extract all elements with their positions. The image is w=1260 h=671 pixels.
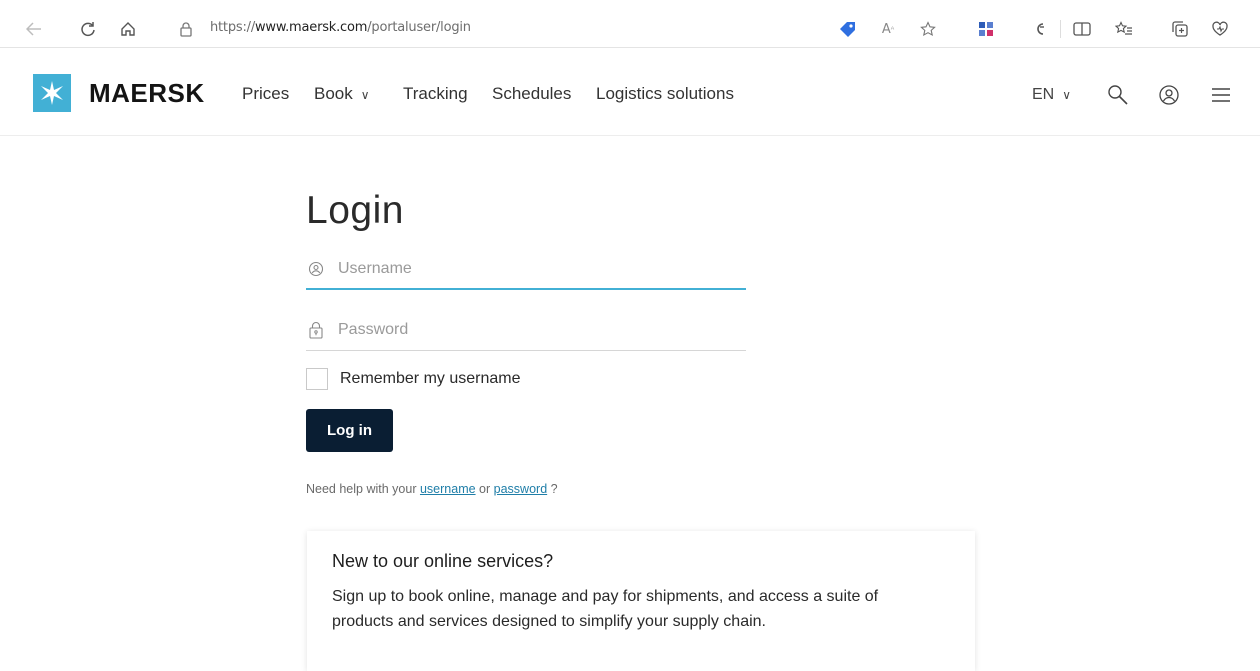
help-prefix: Need help with your bbox=[306, 482, 417, 496]
favorites-icon[interactable] bbox=[1114, 19, 1134, 39]
nav-prices[interactable]: Prices bbox=[242, 84, 289, 104]
language-selector[interactable]: EN ∨ bbox=[1032, 80, 1071, 110]
help-suffix: ? bbox=[550, 482, 558, 496]
nav-book[interactable]: Book ∨ bbox=[314, 84, 370, 104]
remember-checkbox[interactable] bbox=[306, 368, 328, 390]
search-icon[interactable] bbox=[1106, 80, 1130, 110]
forgot-username-link[interactable]: username bbox=[420, 482, 476, 496]
browser-essentials-icon[interactable] bbox=[1210, 19, 1230, 39]
username-underline bbox=[306, 288, 746, 290]
lock-icon[interactable] bbox=[176, 19, 196, 39]
copilot-icon[interactable] bbox=[1030, 19, 1050, 39]
tag-icon[interactable] bbox=[838, 19, 858, 39]
back-arrow-icon[interactable] bbox=[24, 19, 44, 39]
nav-book-label: Book bbox=[314, 84, 353, 103]
chevron-down-icon: ∨ bbox=[360, 88, 370, 102]
username-input[interactable] bbox=[338, 254, 738, 284]
url-text: https://www.maersk.com/portaluser/login bbox=[210, 20, 471, 35]
browser-toolbar: https://www.maersk.com/portaluser/login … bbox=[0, 0, 1260, 58]
help-text: Need help with your username or password… bbox=[306, 482, 558, 496]
signup-card-title: New to our online services? bbox=[332, 551, 554, 571]
language-label: EN bbox=[1032, 86, 1055, 103]
nav-tracking[interactable]: Tracking bbox=[403, 84, 468, 104]
signup-card: New to our online services? Sign up to b… bbox=[307, 531, 975, 671]
user-icon bbox=[307, 260, 325, 278]
site-header: MAERSK Prices Book ∨ Tracking Schedules L… bbox=[0, 58, 1260, 136]
login-button[interactable]: Log in bbox=[306, 409, 393, 452]
address-bar[interactable]: https://www.maersk.com/portaluser/login bbox=[160, 14, 940, 44]
collections-icon[interactable] bbox=[1170, 19, 1190, 39]
split-screen-icon[interactable] bbox=[1072, 19, 1092, 39]
home-icon[interactable] bbox=[118, 19, 138, 39]
read-aloud-icon[interactable]: Aᴬ bbox=[878, 19, 898, 39]
remember-label[interactable]: Remember my username bbox=[340, 370, 521, 388]
browser-divider bbox=[0, 47, 1260, 48]
refresh-icon[interactable] bbox=[78, 19, 98, 39]
extension-icon[interactable] bbox=[976, 19, 996, 39]
remember-row: Remember my username bbox=[306, 368, 521, 390]
maersk-star-logo[interactable] bbox=[33, 74, 71, 112]
menu-icon[interactable] bbox=[1210, 80, 1232, 110]
password-field[interactable] bbox=[306, 311, 746, 351]
password-input[interactable] bbox=[338, 315, 738, 345]
nav-logistics-solutions[interactable]: Logistics solutions bbox=[596, 84, 734, 104]
chevron-down-icon: ∨ bbox=[1062, 88, 1072, 102]
user-icon[interactable] bbox=[1157, 80, 1181, 110]
brand-wordmark[interactable]: MAERSK bbox=[89, 78, 205, 109]
favorite-star-icon[interactable] bbox=[918, 19, 938, 39]
nav-schedules[interactable]: Schedules bbox=[492, 84, 571, 104]
lock-icon bbox=[307, 321, 325, 339]
forgot-password-link[interactable]: password bbox=[494, 482, 548, 496]
password-underline bbox=[306, 350, 746, 351]
help-or: or bbox=[479, 482, 491, 496]
signup-card-body: Sign up to book online, manage and pay f… bbox=[332, 588, 879, 630]
username-field[interactable] bbox=[306, 250, 746, 290]
page-title: Login bbox=[306, 189, 404, 232]
